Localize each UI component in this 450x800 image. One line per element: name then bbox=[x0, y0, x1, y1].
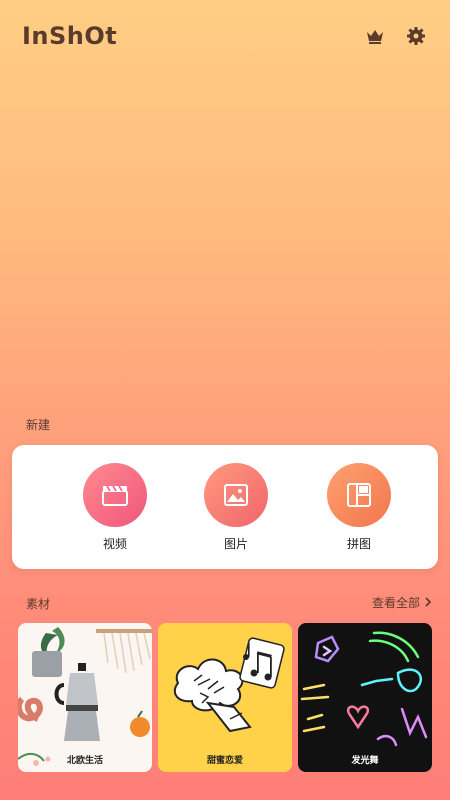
nordic-life-illustration bbox=[18, 627, 152, 766]
view-all-link[interactable]: 查看全部 bbox=[372, 594, 432, 611]
material-card-love[interactable]: 甜蜜恋爱 bbox=[158, 623, 292, 772]
material-title-nordic: 北欧生活 bbox=[66, 756, 103, 766]
image-icon bbox=[204, 463, 268, 527]
create-card: 视频 图片 拼图 bbox=[12, 445, 438, 569]
material-title-love: 甜蜜恋爱 bbox=[206, 756, 243, 766]
glow-dance-illustration bbox=[300, 631, 428, 747]
crown-icon[interactable] bbox=[365, 26, 385, 46]
material-title-glow: 发光舞 bbox=[351, 756, 379, 766]
video-clapper-icon bbox=[83, 463, 147, 527]
gear-icon[interactable] bbox=[406, 26, 426, 46]
material-card-glow[interactable]: 发光舞 bbox=[298, 623, 432, 772]
material-section-label: 素材 bbox=[26, 597, 51, 611]
create-collage-button[interactable]: 拼图 bbox=[319, 463, 399, 552]
create-photo-label: 图片 bbox=[223, 537, 248, 551]
create-collage-label: 拼图 bbox=[346, 537, 371, 551]
app-logo: InShOt bbox=[22, 22, 118, 50]
material-card-nordic[interactable]: 北欧生活 bbox=[18, 623, 152, 772]
sweet-love-illustration bbox=[173, 637, 285, 733]
top-bar: InShOt bbox=[0, 0, 450, 72]
create-video-button[interactable]: 视频 bbox=[75, 463, 155, 552]
new-section-label: 新建 bbox=[26, 418, 51, 432]
create-video-label: 视频 bbox=[102, 537, 127, 551]
view-all-label: 查看全部 bbox=[372, 596, 421, 610]
create-photo-button[interactable]: 图片 bbox=[196, 463, 276, 552]
chevron-right-icon bbox=[424, 596, 432, 610]
collage-icon bbox=[327, 463, 391, 527]
